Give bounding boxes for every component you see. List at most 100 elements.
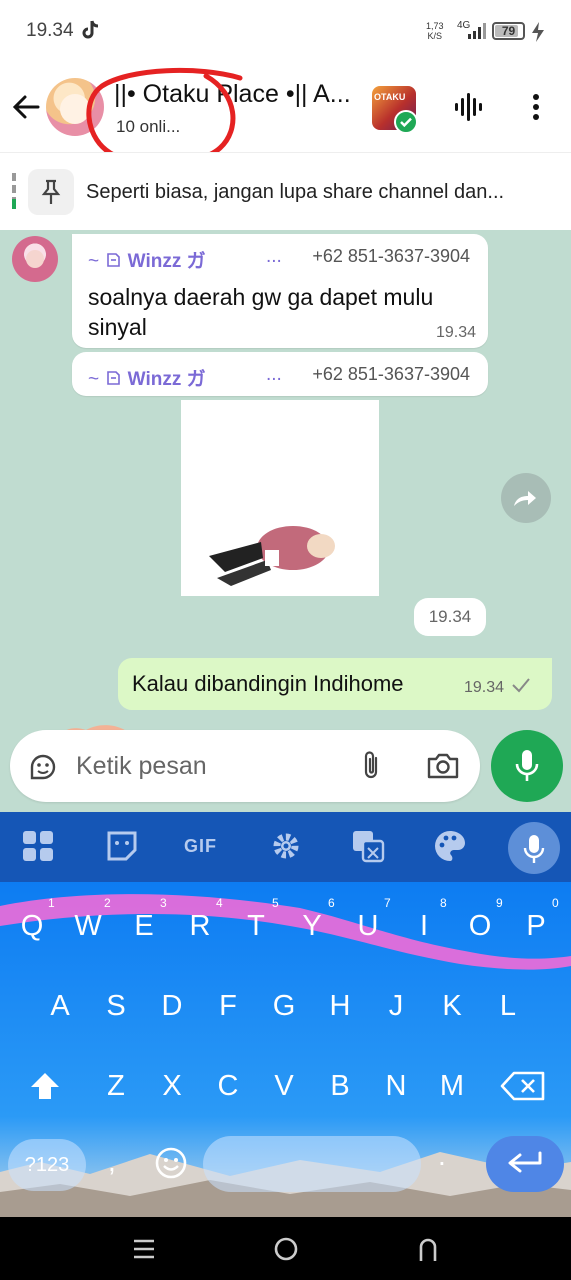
forward-button[interactable] xyxy=(501,473,551,523)
keyboard-voice-button[interactable] xyxy=(508,822,560,874)
keyboard: Q W E R T Y U I O P 1 2 3 4 5 6 7 8 9 0 … xyxy=(0,882,571,1217)
verified-check-icon xyxy=(394,110,418,134)
key-hint-2: 2 xyxy=(104,896,111,910)
microphone-icon xyxy=(523,835,545,863)
key-f[interactable]: F xyxy=(200,976,256,1036)
incoming-message[interactable]: ~ Winzz ガ ... +62 851-3637-3904 soalnya … xyxy=(72,234,488,348)
key-b[interactable]: B xyxy=(312,1056,368,1116)
key-m[interactable]: M xyxy=(424,1056,480,1116)
key-hint-1: 1 xyxy=(48,896,55,910)
keyboard-toolbar: GIF xyxy=(0,812,571,882)
key-v[interactable]: V xyxy=(256,1056,312,1116)
key-hint-6: 6 xyxy=(328,896,335,910)
sender-name: Winzz ガ xyxy=(127,251,206,272)
key-d[interactable]: D xyxy=(144,976,200,1036)
key-hint-8: 8 xyxy=(440,896,447,910)
status-time: 19.34 xyxy=(26,20,74,41)
network-speed: 1,73 K/S xyxy=(426,21,444,41)
key-n[interactable]: N xyxy=(368,1056,424,1116)
voice-chat-icon[interactable] xyxy=(452,90,486,124)
message-text: soalnya daerah gw ga dapet mulu sinyal xyxy=(88,284,434,340)
pin-box xyxy=(28,169,74,215)
charging-icon xyxy=(532,22,544,42)
key-s[interactable]: S xyxy=(88,976,144,1036)
key-k[interactable]: K xyxy=(424,976,480,1036)
back-arrow-icon[interactable] xyxy=(10,90,44,124)
battery-level: 79 xyxy=(501,24,516,38)
shift-icon[interactable] xyxy=(28,1070,62,1102)
enter-icon xyxy=(508,1151,542,1173)
numbers-symbols-key[interactable]: ?123 xyxy=(8,1139,86,1191)
sender-phone: +62 851-3637-3904 xyxy=(312,246,470,266)
sticker-sender-header[interactable]: ~ Winzz ガ ... +62 851-3637-3904 xyxy=(72,352,488,396)
message-text: Kalau dibandingin Indihome xyxy=(132,671,404,696)
key-c[interactable]: C xyxy=(200,1056,256,1116)
camera-icon[interactable] xyxy=(426,751,460,781)
key-hint-9: 9 xyxy=(496,896,503,910)
key-hint-5: 5 xyxy=(272,896,279,910)
message-time: 19.34 xyxy=(435,324,476,341)
sender-name-line[interactable]: ~ Winzz ガ xyxy=(88,246,206,273)
online-count: 10 onli... xyxy=(116,117,181,136)
sender-name-line[interactable]: ~ Winzz ガ xyxy=(88,364,206,391)
translate-icon[interactable] xyxy=(350,828,386,864)
attachment-icon[interactable] xyxy=(358,750,384,782)
key-x[interactable]: X xyxy=(144,1056,200,1116)
sticker-character xyxy=(209,526,335,586)
sender-prefix: ~ xyxy=(88,369,100,390)
sticker-emoji-icon[interactable] xyxy=(28,752,58,782)
group-title[interactable]: ||• Otaku Place •|| A... xyxy=(114,80,351,109)
network-speed-unit: K/S xyxy=(427,31,443,41)
backspace-icon[interactable] xyxy=(500,1070,546,1102)
sender-avatar[interactable] xyxy=(12,236,58,282)
chat-header: ||• Otaku Place •|| A... 10 onli... OTAK… xyxy=(0,62,571,167)
outgoing-message[interactable]: Kalau dibandingin Indihome 19.34 xyxy=(118,658,552,710)
status-bar: 19.34 1,73 K/S 4G 79 xyxy=(0,0,571,62)
sender-name: Winzz ガ xyxy=(127,369,206,390)
space-key[interactable] xyxy=(203,1136,421,1192)
theme-palette-icon[interactable] xyxy=(432,828,468,864)
key-hint-0: 0 xyxy=(552,896,559,910)
key-hint-3: 3 xyxy=(160,896,167,910)
sender-dots: ... xyxy=(266,246,282,267)
pinned-message-bar[interactable]: Seperti biasa, jangan lupa share channel… xyxy=(0,152,571,230)
gif-button[interactable]: GIF xyxy=(184,836,217,857)
tiktok-icon xyxy=(82,20,99,39)
sticker-time: 19.34 xyxy=(414,598,486,636)
sender-dots: ... xyxy=(266,364,282,385)
home-icon[interactable] xyxy=(272,1235,300,1263)
channel-icon-text: OTAKU xyxy=(374,92,406,102)
emoji-key-icon[interactable] xyxy=(154,1146,188,1180)
key-hint-7: 7 xyxy=(384,896,391,910)
sticker-icon[interactable] xyxy=(104,828,140,864)
key-g[interactable]: G xyxy=(256,976,312,1036)
settings-gear-icon[interactable] xyxy=(268,828,304,864)
comma-key[interactable]: , xyxy=(108,1146,116,1178)
apps-grid-icon[interactable] xyxy=(20,828,56,864)
voice-record-button[interactable] xyxy=(491,730,563,802)
key-h[interactable]: H xyxy=(312,976,368,1036)
key-j[interactable]: J xyxy=(368,976,424,1036)
key-a[interactable]: A xyxy=(32,976,88,1036)
more-options-icon[interactable] xyxy=(526,90,546,124)
signal-icon xyxy=(468,23,486,39)
sender-badge-icon xyxy=(107,371,121,385)
pin-icon xyxy=(41,179,61,204)
group-avatar[interactable] xyxy=(46,78,104,136)
recent-apps-icon[interactable] xyxy=(130,1235,158,1263)
message-input[interactable]: Ketik pesan xyxy=(10,730,480,802)
pinned-indicator xyxy=(12,173,16,209)
back-nav-icon[interactable] xyxy=(414,1235,442,1263)
key-l[interactable]: L xyxy=(480,976,536,1036)
avatar-face-image xyxy=(60,94,90,124)
network-speed-value: 1,73 xyxy=(426,21,444,31)
message-input-bar: Ketik pesan xyxy=(0,714,571,812)
message-time: 19.34 xyxy=(463,679,504,696)
key-z[interactable]: Z xyxy=(88,1056,144,1116)
enter-key[interactable] xyxy=(486,1136,564,1192)
battery-icon: 79 xyxy=(492,22,525,40)
period-key[interactable]: . xyxy=(438,1140,446,1172)
sticker-image[interactable] xyxy=(181,400,379,596)
key-hint-4: 4 xyxy=(216,896,223,910)
sender-badge-icon xyxy=(107,253,121,267)
